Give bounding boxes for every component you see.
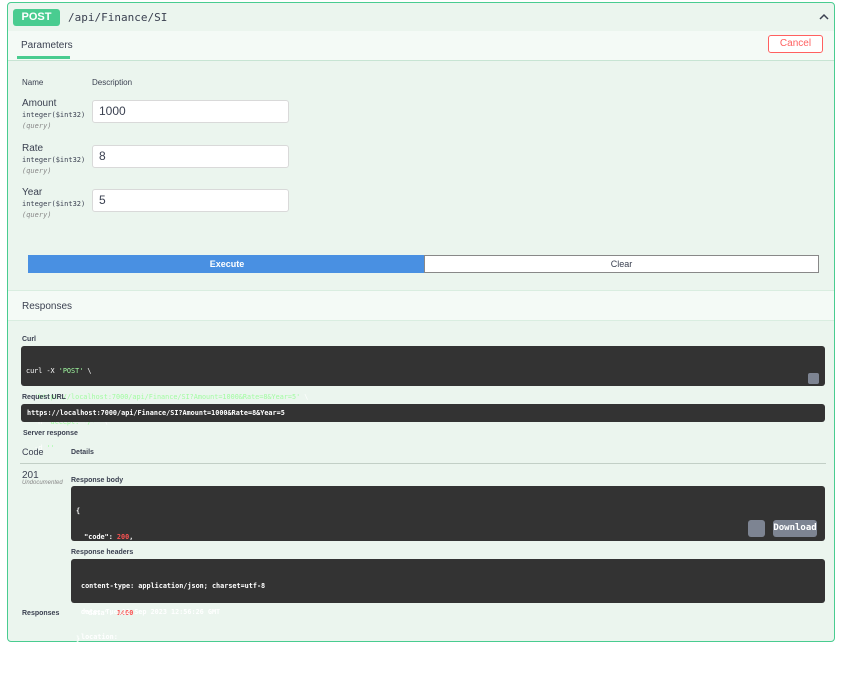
request-url-label: Request URL (22, 394, 66, 401)
header-line-2: date: Tue,12 Sep 2023 12:56:26 GMT (81, 607, 221, 616)
details-column-header: Details (71, 449, 94, 456)
param-type-rate: integer($int32) (22, 156, 86, 164)
tab-active-indicator (17, 56, 70, 59)
curl-line-2: 'https://localhost:7000/api/Finance/SI?A… (34, 392, 309, 401)
curl-line-1: curl -X 'POST' \ (26, 367, 92, 375)
responses-header: Responses (8, 290, 834, 321)
curl-line-4: -d '' (26, 443, 55, 452)
body-line-1: { (76, 507, 81, 515)
param-type-amount: integer($int32) (22, 111, 86, 119)
execute-button[interactable]: Execute (28, 255, 426, 273)
response-body-label: Response body (71, 477, 124, 484)
param-name-amount: Amount (22, 98, 57, 109)
response-headers-block[interactable]: content-type: application/json; charset=… (71, 559, 825, 667)
cancel-button[interactable]: Cancel (768, 35, 823, 53)
operation-panel: POST /api/Finance/SI Parameters Cancel N… (7, 2, 835, 667)
responses-title: Responses (22, 301, 73, 312)
body-line-2: "code": 200, (76, 532, 134, 541)
curl-block[interactable]: curl -X 'POST' \ 'https://localhost:7000… (21, 346, 825, 452)
status-note: Undocumented (22, 480, 63, 486)
curl-label: Curl (22, 336, 36, 343)
amount-input[interactable]: 1000 (92, 100, 289, 123)
param-type-year: integer($int32) (22, 200, 86, 208)
clear-button[interactable]: Clear (424, 255, 819, 273)
param-in-amount: (query) (22, 122, 52, 130)
copy-body-icon[interactable] (748, 520, 765, 537)
response-headers-label: Response headers (71, 549, 134, 556)
header-line-1: content-type: application/json; charset=… (81, 582, 266, 590)
header-line-3: location: (81, 633, 118, 641)
server-response-label: Server response (23, 430, 78, 437)
year-input[interactable]: 5 (92, 189, 289, 212)
request-url-block[interactable]: https://localhost:7000/api/Finance/SI?Am… (21, 404, 825, 422)
chevron-up-icon[interactable] (818, 11, 830, 23)
header-line-4: server: Kestrel (81, 658, 143, 667)
param-description-header: Description (92, 78, 133, 87)
param-name-year: Year (22, 187, 43, 198)
endpoint-path: /api/Finance/SI (68, 11, 168, 24)
param-name-header: Name (22, 78, 44, 87)
operation-summary[interactable]: POST /api/Finance/SI (8, 3, 834, 32)
parameters-tab-bar: Parameters Cancel (8, 31, 834, 61)
request-url-text: https://localhost:7000/api/Finance/SI?Am… (27, 409, 285, 417)
response-table-divider (20, 463, 826, 464)
param-name-rate: Rate (22, 143, 44, 154)
download-button[interactable]: Download (773, 520, 817, 537)
tab-parameters[interactable]: Parameters (21, 40, 73, 51)
responses-footer-label: Responses (22, 610, 60, 617)
param-in-year: (query) (22, 211, 52, 219)
response-body-block[interactable]: { "code": 200, "status": true, "message"… (71, 486, 825, 643)
rate-input[interactable]: 8 (92, 145, 289, 168)
copy-icon[interactable] (808, 373, 819, 384)
param-in-rate: (query) (22, 167, 52, 175)
method-badge: POST (13, 9, 60, 26)
code-column-header: Code (22, 447, 44, 457)
